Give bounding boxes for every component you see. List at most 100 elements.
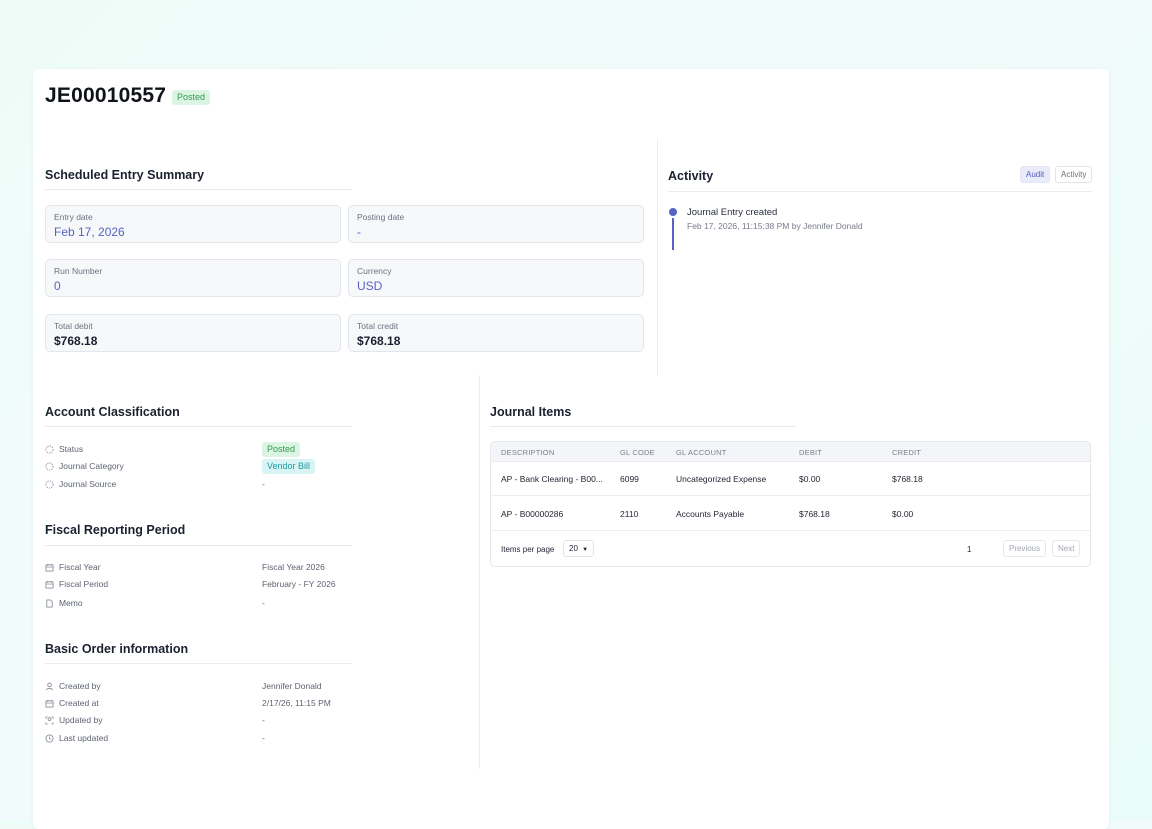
row-value: - [262, 598, 265, 608]
current-page[interactable]: 1 [967, 545, 971, 554]
tab-audit[interactable]: Audit [1020, 166, 1051, 183]
calendar-icon [45, 699, 54, 708]
row-label: Last updated [59, 733, 109, 743]
row-value: 2/17/26, 11:15 PM [262, 698, 331, 708]
cell-credit: $0.00 [892, 509, 914, 519]
column-header-debit: DEBIT [799, 448, 823, 457]
row-value: Jennifer Donald [262, 681, 322, 691]
cell-debit: $0.00 [799, 474, 821, 484]
field-label: Total credit [357, 321, 399, 331]
fiscal-title: Fiscal Reporting Period [45, 523, 186, 537]
order-title: Basic Order information [45, 642, 189, 656]
calendar-icon [45, 580, 54, 589]
row-memo: Memo [45, 598, 83, 608]
journal-title: Journal Items [490, 405, 572, 419]
order-divider [45, 663, 352, 664]
items-per-page-value: 20 [569, 544, 578, 553]
calendar-icon [45, 563, 54, 572]
activity-event-title: Journal Entry created [687, 207, 778, 218]
user-dashed-icon [45, 715, 54, 725]
divider-vertical-bottom [479, 375, 480, 769]
activity-event-meta: Feb 17, 2026, 11:15:38 PM by Jennifer Do… [687, 221, 863, 231]
row-label: Created at [59, 698, 99, 708]
row-updated-by: Updated by [45, 715, 102, 725]
divider-vertical-top [657, 139, 658, 375]
cell-gl-code: 6099 [620, 474, 639, 484]
row-label: Fiscal Year [59, 562, 101, 572]
column-header-credit: CREDIT [892, 448, 922, 457]
field-total-credit: Total credit $768.18 [348, 314, 644, 352]
timeline-dot [669, 208, 677, 216]
row-value: - [262, 479, 265, 489]
cell-gl-account: Uncategorized Expense [676, 474, 767, 484]
field-label: Entry date [54, 212, 93, 222]
field-entry-date: Entry date Feb 17, 2026 [45, 205, 341, 243]
row-label: Journal Source [59, 479, 117, 489]
activity-divider [668, 191, 1092, 192]
row-value: - [262, 715, 265, 725]
field-label: Run Number [54, 266, 103, 276]
items-per-page-select[interactable]: 20 ▼ [563, 540, 595, 557]
row-label: Journal Category [59, 461, 124, 471]
category-value-badge: Vendor Bill [262, 459, 316, 474]
row-last-updated: Last updated [45, 733, 108, 743]
field-value: $768.18 [357, 334, 401, 348]
field-label: Currency [357, 266, 392, 276]
field-value: USD [357, 279, 383, 293]
row-journal-source: Journal Source [45, 479, 116, 489]
cell-gl-code: 2110 [620, 509, 639, 519]
row-value: - [262, 733, 265, 743]
table-row[interactable]: AP - Bank Clearing - B00... 6099 Uncateg… [491, 461, 1090, 495]
field-value: 0 [54, 279, 61, 293]
page-title: JE00010557 [45, 84, 167, 107]
journal-entry-card: JE00010557 Posted Scheduled Entry Summar… [33, 69, 1109, 829]
row-fiscal-period: Fiscal Period [45, 579, 108, 589]
row-created-at: Created at [45, 698, 99, 708]
dashed-circle-icon [45, 444, 54, 454]
row-label: Fiscal Period [59, 579, 109, 589]
chevron-down-icon: ▼ [582, 547, 589, 553]
field-value: Feb 17, 2026 [54, 225, 125, 239]
tab-activity[interactable]: Activity [1055, 166, 1093, 183]
timeline-line [672, 218, 674, 250]
classification-title: Account Classification [45, 405, 180, 419]
field-value: - [357, 225, 361, 239]
document-icon [46, 598, 53, 608]
cell-debit: $768.18 [799, 509, 830, 519]
table-pagination: Items per page 20 ▼ 1 Previous Next [491, 531, 1090, 566]
table-row[interactable]: AP - B00000286 2110 Accounts Payable $76… [491, 496, 1090, 530]
field-label: Posting date [357, 212, 405, 222]
journal-divider [490, 426, 796, 427]
journal-items-table: DESCRIPTION GL CODE GL ACCOUNT DEBIT CRE… [490, 441, 1091, 567]
row-value: February - FY 2026 [262, 579, 336, 589]
row-journal-category: Journal Category [45, 461, 124, 471]
items-per-page-label: Items per page [501, 545, 555, 554]
dashed-circle-icon [45, 479, 54, 489]
summary-title: Scheduled Entry Summary [45, 168, 205, 182]
row-fiscal-year: Fiscal Year [45, 562, 101, 572]
field-run-number: Run Number 0 [45, 259, 341, 297]
summary-divider [45, 189, 352, 190]
row-label: Created by [59, 681, 101, 691]
activity-title: Activity [668, 169, 714, 183]
field-value: $768.18 [54, 334, 98, 348]
cell-credit: $768.18 [892, 474, 923, 484]
next-button[interactable]: Next [1052, 540, 1081, 557]
column-header-gl-code: GL CODE [620, 448, 655, 457]
classification-divider [45, 426, 352, 427]
dashed-circle-icon [45, 461, 54, 471]
cell-gl-account: Accounts Payable [676, 509, 745, 519]
cell-description: AP - Bank Clearing - B00... [501, 474, 603, 484]
previous-button[interactable]: Previous [1003, 540, 1047, 557]
clock-icon [45, 733, 54, 743]
row-status: Status [45, 444, 83, 454]
column-header-gl-account: GL ACCOUNT [676, 448, 727, 457]
user-icon [45, 682, 54, 690]
status-value-badge: Posted [262, 442, 301, 457]
fiscal-divider [45, 545, 352, 546]
row-label: Memo [59, 598, 83, 608]
row-value: Fiscal Year 2026 [262, 562, 325, 572]
cell-description: AP - B00000286 [501, 509, 564, 519]
row-created-by: Created by [45, 681, 101, 691]
field-currency: Currency USD [348, 259, 644, 297]
